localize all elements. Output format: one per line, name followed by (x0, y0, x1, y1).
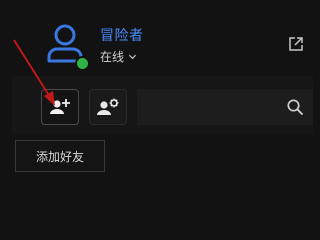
chevron-down-icon (128, 54, 137, 60)
user-name[interactable]: 冒险者 (100, 25, 144, 45)
manage-friends-icon-button[interactable] (89, 89, 127, 125)
status-selector[interactable]: 在线 (100, 48, 137, 65)
external-link-icon[interactable] (287, 35, 305, 53)
search-icon[interactable] (286, 98, 304, 116)
online-status-dot (75, 56, 90, 71)
status-label: 在线 (100, 50, 125, 64)
person-gear-icon (97, 98, 119, 115)
search-input[interactable] (137, 89, 277, 125)
person-add-icon (50, 99, 70, 114)
add-friend-icon-button[interactable] (41, 89, 79, 125)
add-friend-label: 添加好友 (35, 149, 84, 164)
add-friend-menu-item[interactable]: 添加好友 (15, 140, 105, 172)
